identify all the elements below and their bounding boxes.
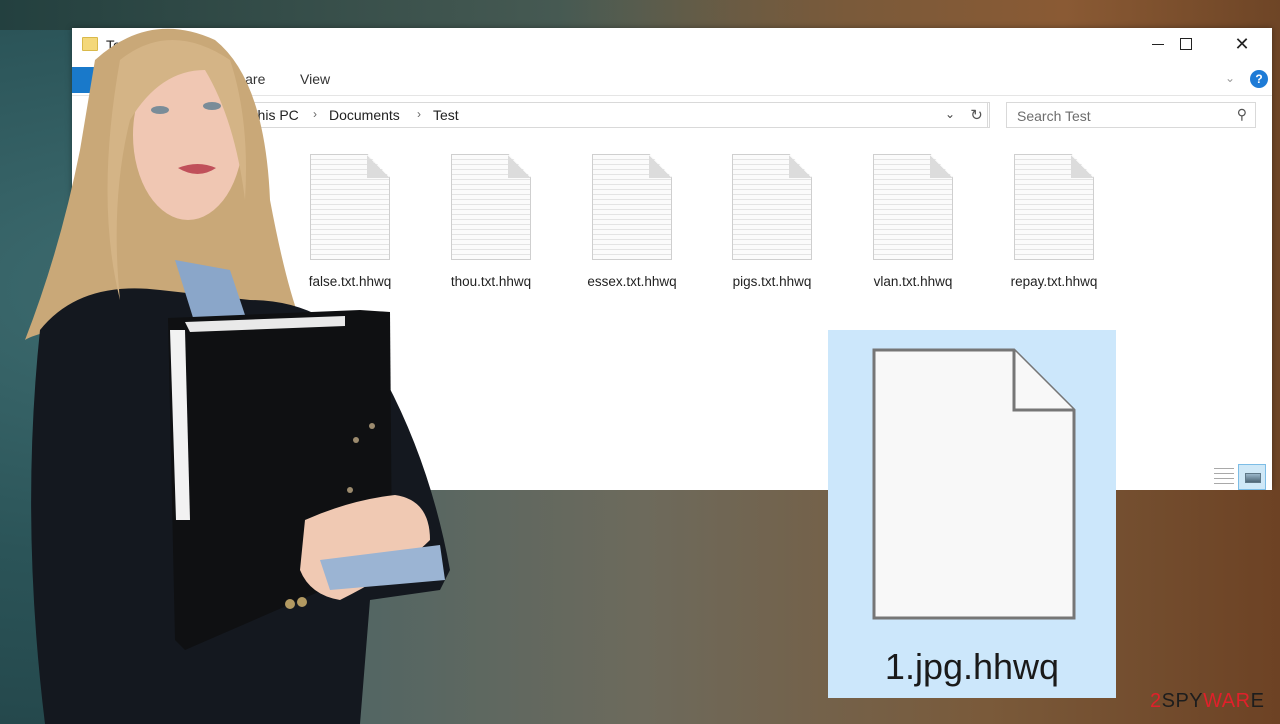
- right-eye: [203, 102, 221, 110]
- binder-ring: [353, 437, 359, 443]
- text-file-icon: [873, 154, 953, 260]
- text-file-icon: [732, 154, 812, 260]
- file-item[interactable]: pigs.txt.hhwq: [712, 154, 832, 289]
- file-name: repay.txt.hhwq: [1010, 274, 1098, 289]
- address-dropdown-icon[interactable]: ⌄: [945, 107, 955, 121]
- jacket-button: [297, 597, 307, 607]
- chevron-down-icon[interactable]: ⌄: [1225, 71, 1235, 85]
- file-item[interactable]: vlan.txt.hhwq: [853, 154, 973, 289]
- file-name: essex.txt.hhwq: [587, 274, 677, 289]
- file-name: vlan.txt.hhwq: [873, 274, 953, 289]
- text-file-icon: [592, 154, 672, 260]
- details-view-icon[interactable]: [1214, 468, 1234, 484]
- highlighted-file-item[interactable]: 1.jpg.hhwq: [828, 330, 1116, 698]
- file-item[interactable]: essex.txt.hhwq: [572, 154, 692, 289]
- refresh-icon: ↻: [970, 107, 983, 124]
- close-button[interactable]: ✕: [1214, 28, 1270, 60]
- blank-file-icon: [872, 348, 1076, 620]
- text-file-icon: [1014, 154, 1094, 260]
- person-illustration: [25, 28, 450, 724]
- file-name: pigs.txt.hhwq: [732, 274, 812, 289]
- maximize-button[interactable]: [1158, 28, 1214, 60]
- jacket-button: [285, 599, 295, 609]
- binder-ring: [347, 487, 353, 493]
- maximize-icon: [1180, 38, 1192, 50]
- binder-ring: [369, 423, 375, 429]
- search-icon[interactable]: ⚲: [1237, 106, 1247, 123]
- refresh-button[interactable]: ↻: [964, 102, 990, 128]
- help-icon[interactable]: ?: [1250, 70, 1268, 88]
- large-icons-view-icon[interactable]: [1238, 464, 1266, 490]
- search-input[interactable]: Search Test ⚲: [1006, 102, 1256, 128]
- highlighted-file-name: 1.jpg.hhwq: [884, 646, 1060, 687]
- left-eye: [151, 106, 169, 114]
- close-icon: ✕: [1234, 33, 1250, 54]
- search-placeholder: Search Test: [1017, 108, 1091, 124]
- file-item[interactable]: repay.txt.hhwq: [994, 154, 1114, 289]
- watermark-logo: 2SPYWARE: [1150, 690, 1265, 712]
